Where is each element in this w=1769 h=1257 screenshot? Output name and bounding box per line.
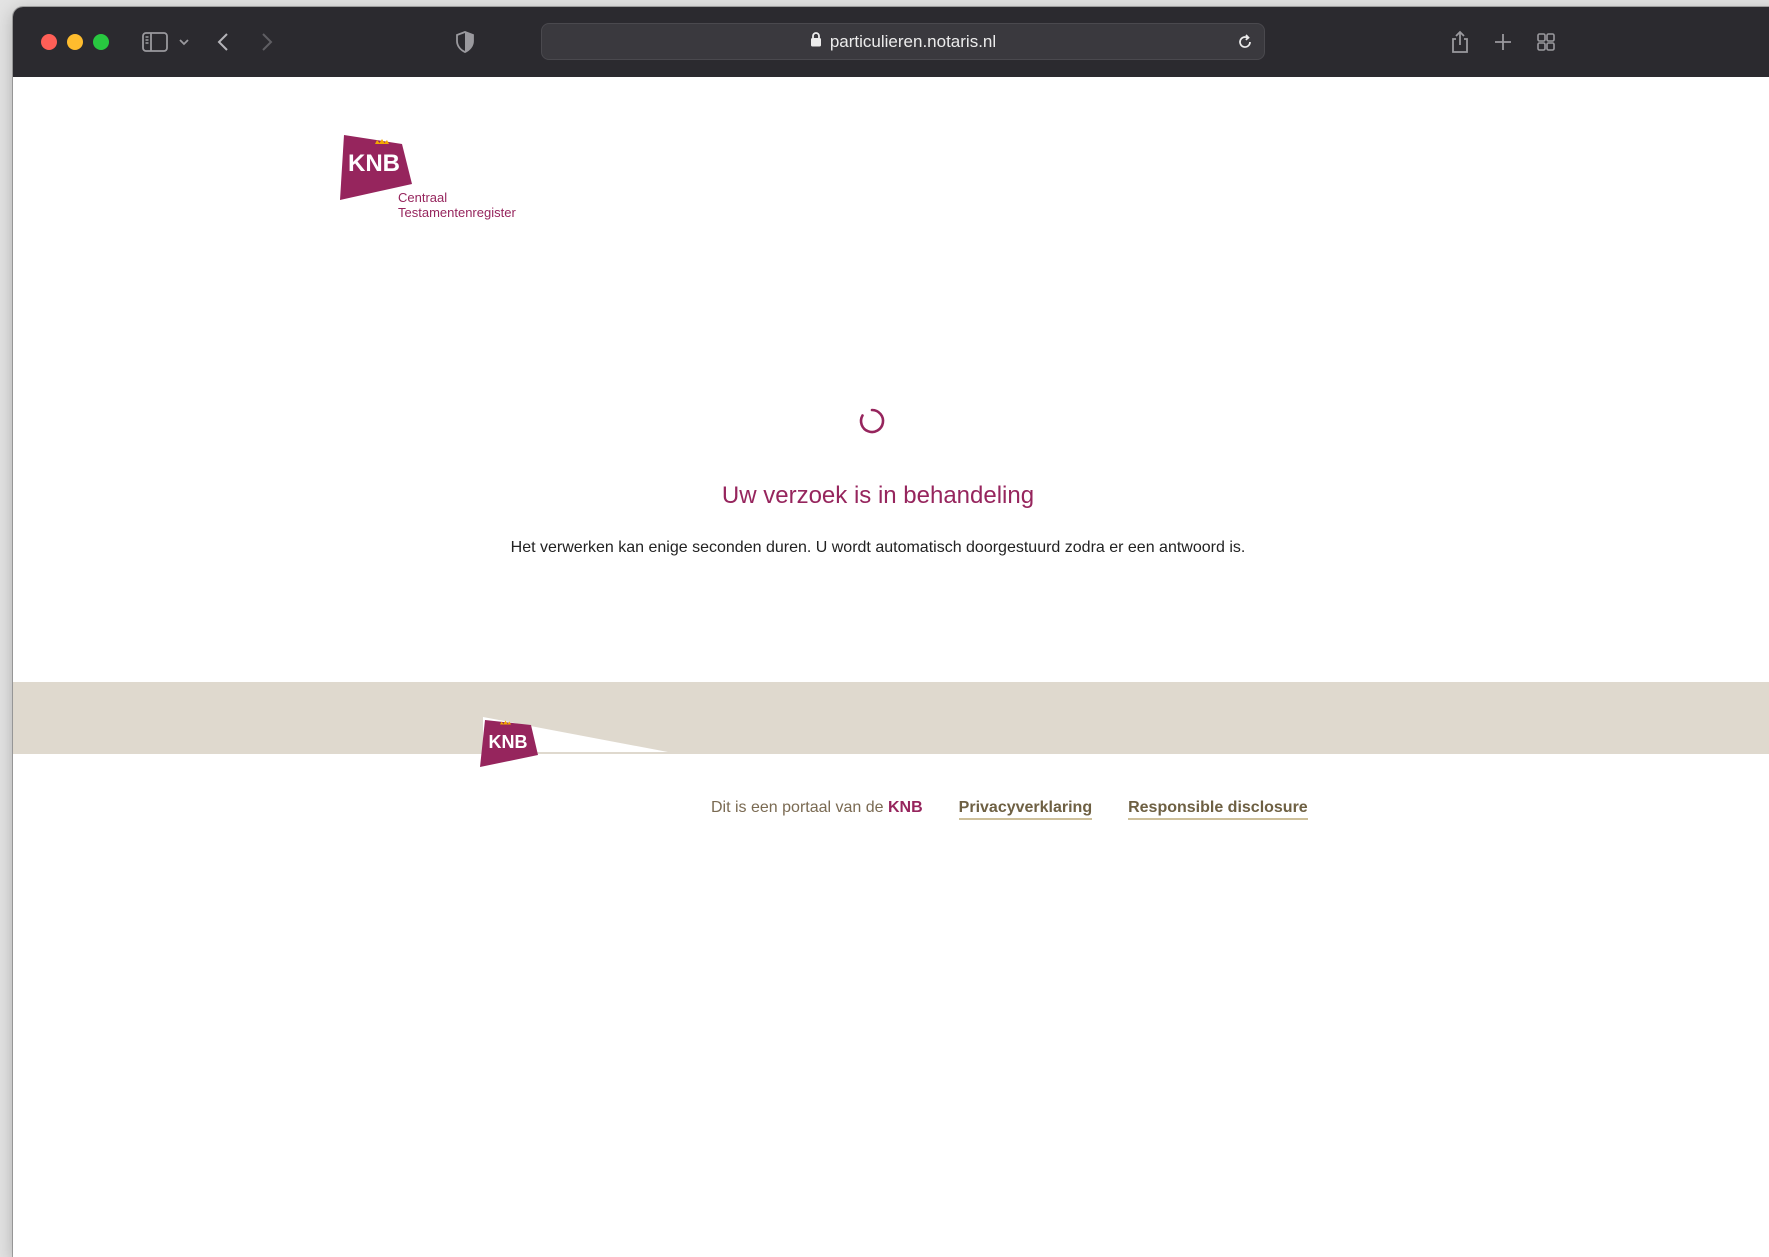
logo-subtitle: Centraal Testamentenregister [398,190,516,220]
share-icon[interactable] [1448,29,1472,55]
back-icon[interactable] [213,29,233,55]
close-window-button[interactable] [41,34,57,50]
chevron-down-icon[interactable] [176,29,192,55]
portal-statement: Dit is een portaal van de KNB [711,799,923,817]
footer-band [13,682,1769,754]
footer-logo-text: KNB [489,732,528,752]
knb-logo-text: KNB [348,150,400,177]
status-message: Het verwerken kan enige seconden duren. … [510,539,1246,556]
address-bar[interactable]: particulieren.notaris.nl [541,23,1265,60]
privacy-statement-link[interactable]: Privacyverklaring [958,799,1093,820]
responsible-disclosure-link[interactable]: Responsible disclosure [1128,799,1308,820]
browser-window: particulieren.notaris.nl KNB Centraal Te… [13,7,1769,1257]
logo-subtitle-line2: Testamentenregister [398,205,516,220]
zoom-window-button[interactable] [93,34,109,50]
sidebar-icon[interactable] [141,29,169,55]
tab-overview-icon[interactable] [1534,29,1558,55]
new-tab-icon[interactable] [1491,29,1515,55]
footer-knb-logo[interactable]: KNB [478,717,718,767]
portal-brand-link[interactable]: KNB [888,799,923,816]
page-content: KNB Centraal Testamentenregister Uw verz… [13,77,1769,1257]
reload-icon[interactable] [1236,33,1254,55]
portal-text: Dit is een portaal van de [711,799,884,816]
browser-toolbar: particulieren.notaris.nl [13,7,1769,78]
forward-icon[interactable] [257,29,277,55]
logo-subtitle-line1: Centraal [398,190,448,205]
footer-links: Dit is een portaal van de KNB Privacyver… [711,799,1308,820]
status-heading: Uw verzoek is in behandeling [721,482,1035,509]
url-text: particulieren.notaris.nl [829,31,997,51]
loading-spinner-icon [858,407,886,435]
privacy-shield-icon[interactable] [454,29,476,55]
minimize-window-button[interactable] [67,34,83,50]
lock-icon [810,32,822,51]
